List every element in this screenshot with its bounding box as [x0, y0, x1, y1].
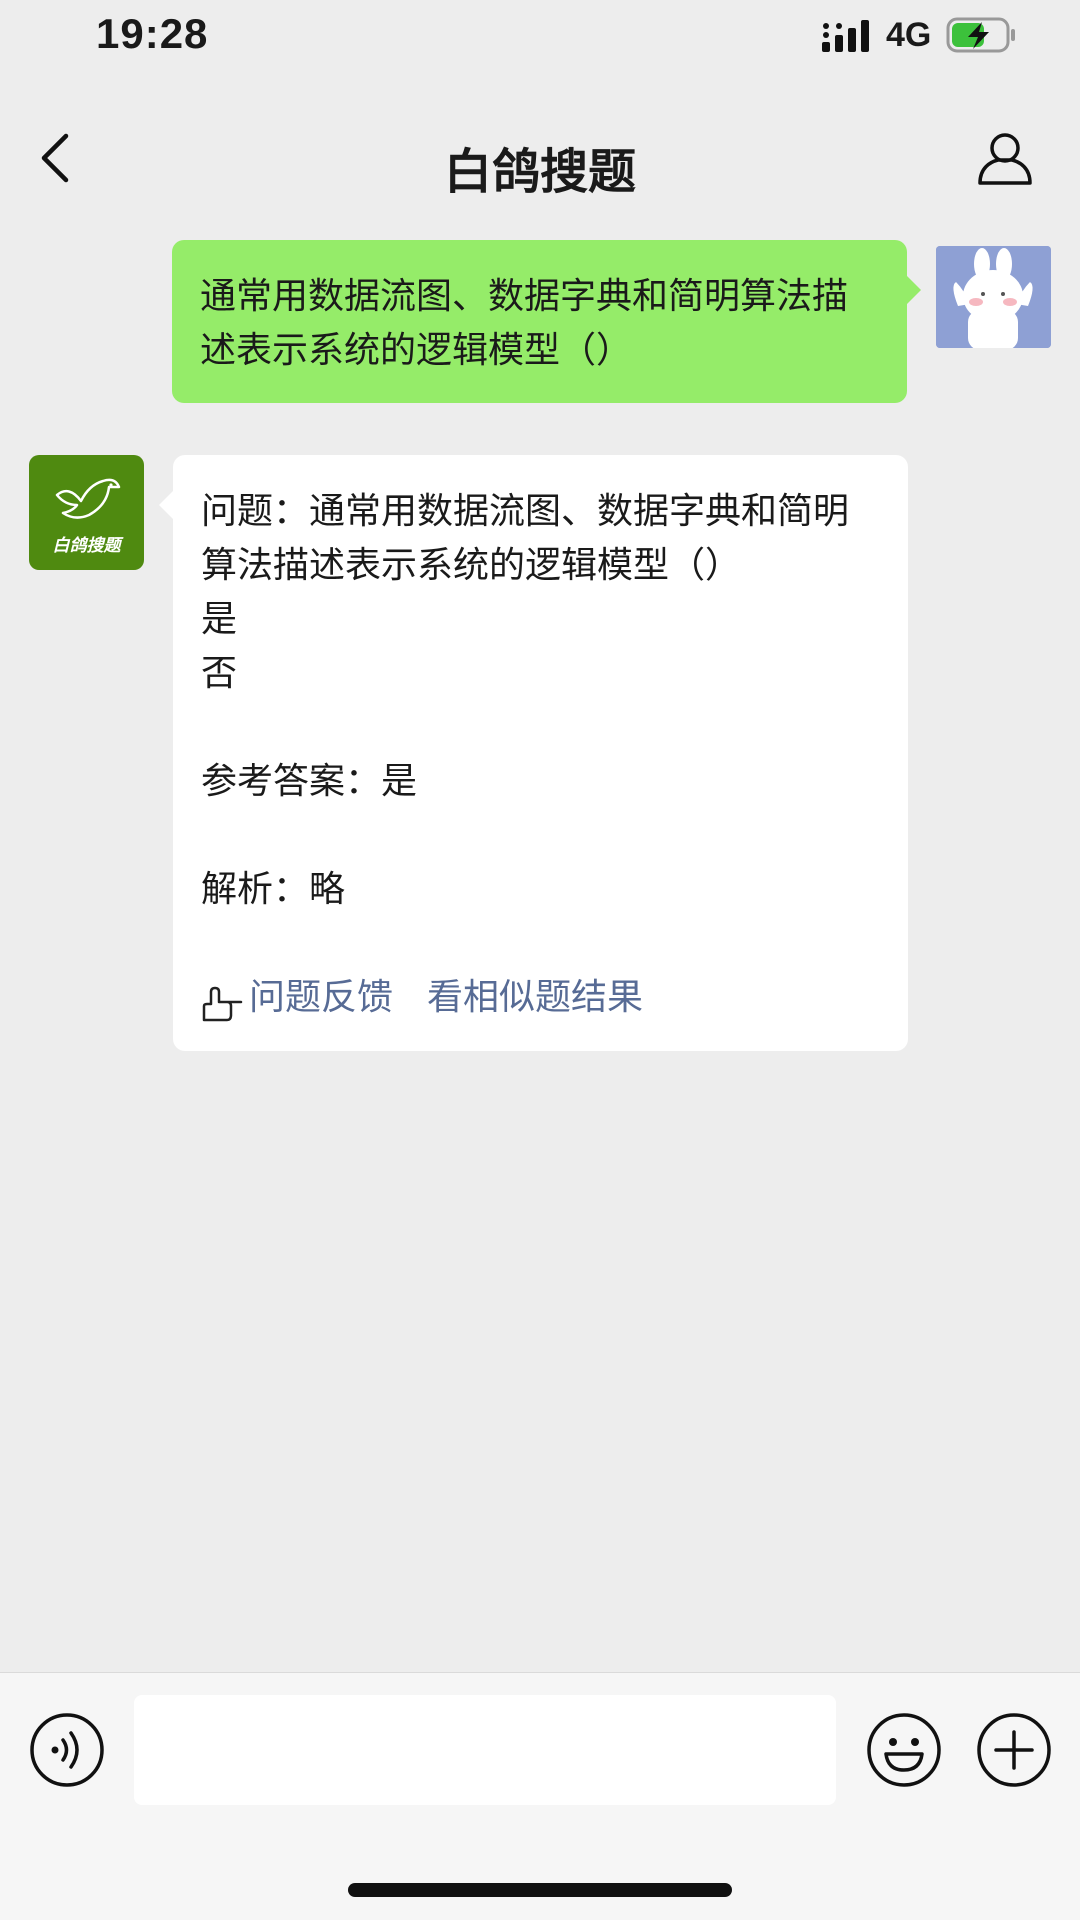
status-bar: 19:28 4G — [0, 0, 1080, 80]
answer-line: 是 — [201, 599, 238, 640]
feedback-link[interactable]: 问题反馈 — [249, 971, 393, 1025]
network-label: 4G — [886, 16, 932, 54]
answer-line: 算法描述表示系统的逻辑模型（） — [201, 545, 742, 586]
signal-icon — [822, 20, 869, 52]
nav-bar: 白鸽搜题 — [0, 80, 1080, 210]
voice-icon[interactable] — [29, 1712, 105, 1788]
answer-line: 否 — [201, 653, 238, 694]
answer-line: 解析：略 — [201, 869, 346, 910]
answer-line: 参考答案：是 — [201, 761, 418, 802]
bot-avatar-label: 白鸽搜题 — [52, 536, 121, 556]
battery-charging-icon — [946, 17, 1015, 53]
home-indicator[interactable] — [348, 1883, 732, 1897]
pointing-hand-icon — [202, 986, 243, 1022]
incoming-message-bubble[interactable]: 问题：通常用数据流图、数据字典和简明 算法描述表示系统的逻辑模型（） 是 否 参… — [159, 455, 908, 1051]
message-actions: 问题反馈 看相似题结果 — [201, 971, 643, 1025]
outgoing-message-text: 通常用数据流图、数据字典和简明算法描述表示系统的逻辑模型（） — [200, 276, 849, 371]
emoji-icon[interactable] — [866, 1712, 942, 1788]
status-time: 19:28 — [96, 10, 209, 57]
message-input[interactable] — [134, 1695, 836, 1805]
similar-results-link[interactable]: 看相似题结果 — [427, 971, 643, 1025]
outgoing-message-bubble[interactable]: 通常用数据流图、数据字典和简明算法描述表示系统的逻辑模型（） — [172, 240, 921, 403]
answer-line: 问题：通常用数据流图、数据字典和简明 — [201, 491, 850, 532]
bunny-avatar-icon — [936, 246, 1051, 348]
plus-icon[interactable] — [976, 1712, 1052, 1788]
profile-icon[interactable] — [976, 128, 1034, 186]
answer-line — [201, 809, 880, 863]
user-avatar[interactable] — [936, 246, 1051, 348]
answer-line — [201, 701, 880, 755]
page-title: 白鸽搜题 — [443, 144, 636, 200]
bot-avatar[interactable]: 白鸽搜题 — [29, 455, 144, 570]
